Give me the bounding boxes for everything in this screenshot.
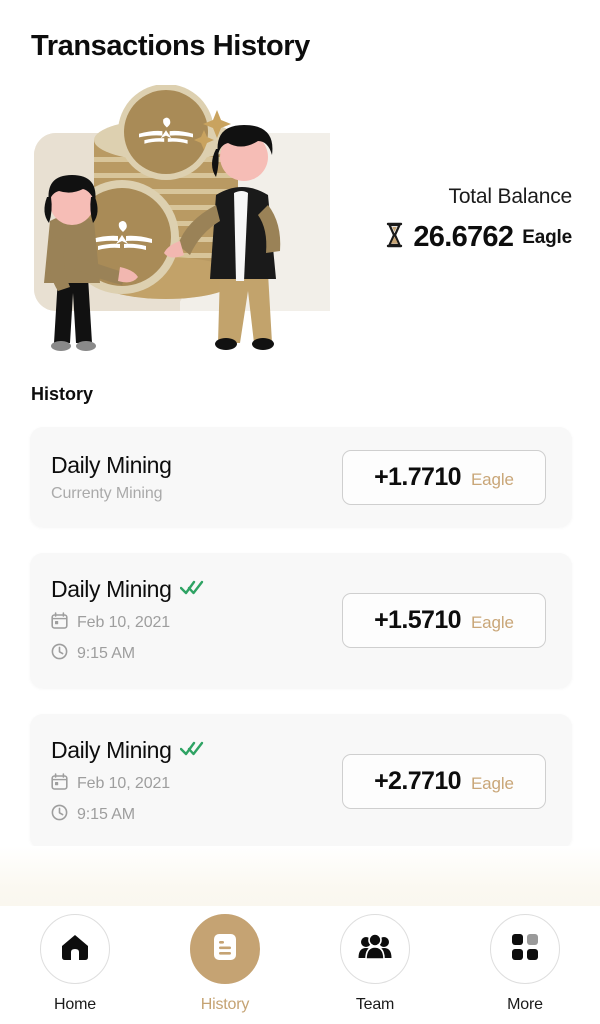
nav-label-team: Team bbox=[355, 996, 395, 1013]
list-item[interactable]: Daily Mining Currenty Mining +1.7710 Eag… bbox=[30, 427, 572, 527]
double-check-icon bbox=[180, 740, 204, 761]
balance-value-row: 26.6762 Eagle bbox=[322, 221, 572, 254]
amount-value: +2.7710 bbox=[374, 767, 461, 795]
transaction-title-row: Daily Mining bbox=[51, 737, 204, 764]
transaction-date: Feb 10, 2021 bbox=[77, 614, 171, 631]
list-item[interactable]: Daily Mining bbox=[30, 714, 572, 849]
team-icon-circle[interactable] bbox=[340, 914, 410, 984]
home-icon bbox=[60, 932, 90, 967]
balance-label: Total Balance bbox=[448, 185, 573, 208]
transaction-title: Daily Mining bbox=[51, 737, 172, 763]
transaction-title: Daily Mining bbox=[51, 451, 172, 478]
history-section-title: History bbox=[31, 384, 94, 404]
amount-value: +1.5710 bbox=[374, 606, 461, 634]
clock-icon bbox=[51, 804, 68, 826]
list-item[interactable]: Daily Mining bbox=[30, 553, 572, 688]
amount-pill[interactable]: +1.5710 Eagle bbox=[342, 593, 546, 648]
transaction-date: Feb 10, 2021 bbox=[77, 775, 171, 792]
transaction-info: Daily Mining Feb 10, 2021 9:15 AM bbox=[51, 737, 204, 826]
hourglass-icon bbox=[385, 222, 404, 253]
amount-pill[interactable]: +1.7710 Eagle bbox=[342, 449, 546, 505]
transaction-subtitle: Currenty Mining bbox=[51, 484, 163, 502]
balance-amount: 26.6762 bbox=[413, 221, 514, 253]
hero-section: Total Balance 26.6762 Eagle bbox=[0, 84, 600, 370]
calendar-icon bbox=[51, 773, 68, 795]
transaction-time: 9:15 AM bbox=[77, 806, 136, 823]
scroll-fade-divider bbox=[0, 846, 600, 906]
amount-pill[interactable]: +2.7710 Eagle bbox=[342, 754, 546, 809]
nav-item-team[interactable]: Team bbox=[320, 914, 430, 1014]
bottom-navigation-bar: Home History Team More bbox=[0, 906, 600, 1024]
transaction-title: Daily Mining bbox=[51, 576, 172, 602]
home-icon-circle[interactable] bbox=[40, 914, 110, 984]
transaction-info: Daily Mining Currenty Mining bbox=[51, 451, 172, 503]
transaction-date-row: Feb 10, 2021 bbox=[51, 612, 204, 634]
calendar-icon bbox=[51, 612, 68, 634]
transaction-title-row: Daily Mining bbox=[51, 451, 172, 479]
amount-currency: Eagle bbox=[470, 613, 514, 632]
people-icon bbox=[358, 932, 392, 966]
clock-icon bbox=[51, 643, 68, 665]
transaction-date-row: Feb 10, 2021 bbox=[51, 773, 204, 795]
people-with-coin-stack-illustration bbox=[20, 84, 340, 370]
transaction-time-row: 9:15 AM bbox=[51, 643, 204, 665]
nav-item-more[interactable]: More bbox=[470, 914, 580, 1014]
transaction-title-row: Daily Mining bbox=[51, 576, 204, 603]
nav-label-home: Home bbox=[54, 996, 96, 1013]
document-icon bbox=[211, 932, 239, 967]
transaction-info: Daily Mining Feb 10, 2021 9:15 AM bbox=[51, 576, 204, 665]
nav-item-home[interactable]: Home bbox=[20, 914, 130, 1014]
total-balance-block: Total Balance 26.6762 Eagle bbox=[322, 185, 572, 254]
nav-label-more: More bbox=[507, 996, 543, 1013]
amount-currency: Eagle bbox=[470, 469, 514, 489]
more-icon-circle[interactable] bbox=[490, 914, 560, 984]
nav-label-history: History bbox=[200, 996, 250, 1013]
history-list: Daily Mining Currenty Mining +1.7710 Eag… bbox=[30, 427, 572, 875]
amount-currency: Eagle bbox=[470, 774, 514, 793]
nav-item-history[interactable]: History bbox=[170, 914, 280, 1014]
transaction-time-row: 9:15 AM bbox=[51, 804, 204, 826]
amount-value: +1.7710 bbox=[374, 462, 461, 491]
page-title: Transactions History bbox=[31, 30, 310, 62]
grid-icon bbox=[511, 933, 539, 966]
balance-currency: Eagle bbox=[522, 226, 572, 248]
history-icon-circle[interactable] bbox=[190, 914, 260, 984]
double-check-icon bbox=[180, 579, 204, 600]
transaction-time: 9:15 AM bbox=[77, 645, 136, 662]
transactions-history-screen: Transactions History Total Balance 26.67… bbox=[0, 0, 600, 1024]
